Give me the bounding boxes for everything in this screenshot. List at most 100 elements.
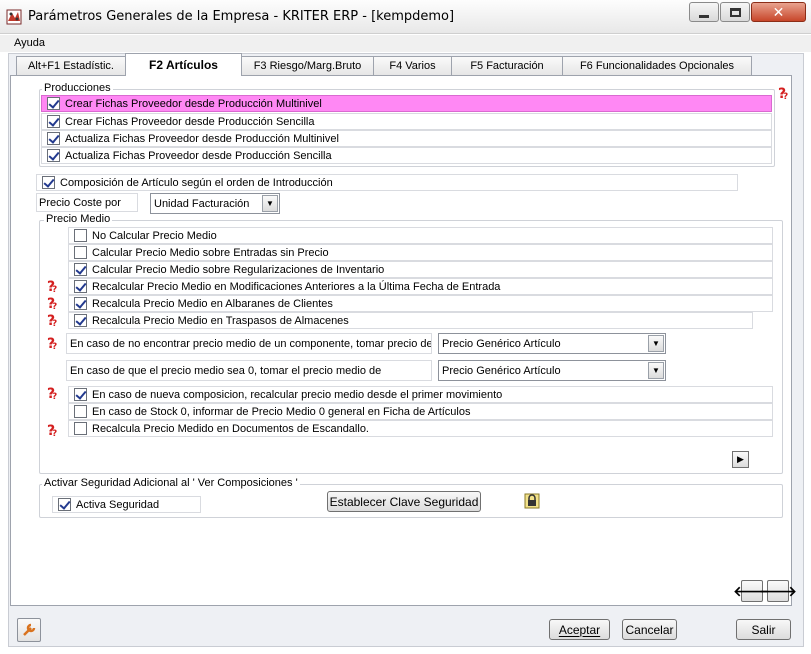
composicion-row[interactable]: Composición de Artículo según el orden d… (36, 174, 738, 191)
aceptar-label: Aceptar (558, 622, 601, 637)
svg-text:?: ? (52, 319, 57, 327)
precio-medio-label: Recalcula Precio Medio en Traspasos de A… (92, 314, 349, 327)
precio-medio-checkbox[interactable] (74, 422, 87, 435)
tab-varios[interactable]: F4 Varios (373, 56, 452, 75)
produccion-row[interactable]: Crear Fichas Proveedor desde Producción … (41, 95, 772, 112)
help-question-icon[interactable]: ?? (46, 296, 60, 310)
chevron-down-icon[interactable]: ▼ (262, 195, 278, 212)
precio-medio-row[interactable]: No Calcular Precio Medio (68, 227, 773, 244)
produccion-checkbox[interactable] (47, 115, 60, 128)
menu-item-ayuda[interactable]: Ayuda (14, 37, 45, 49)
precio-medio-row[interactable]: Recalcular Precio Medio en Modificacione… (68, 278, 773, 295)
help-question-icon[interactable]: ?? (46, 336, 60, 350)
svg-text:?: ? (52, 302, 57, 310)
tab-facturacion[interactable]: F5 Facturación (451, 56, 563, 75)
precio-medio-row[interactable]: Recalcula Precio Medio en Traspasos de A… (68, 312, 753, 329)
precio-medio-checkbox[interactable] (74, 297, 87, 310)
close-icon: ✕ (772, 3, 785, 20)
precio-medio-checkbox[interactable] (74, 280, 87, 293)
help-question-icon[interactable]: ?? (777, 86, 791, 100)
svg-text:?: ? (52, 285, 57, 293)
activa-seguridad-checkbox[interactable] (58, 498, 71, 511)
produccion-checkbox[interactable] (47, 149, 60, 162)
composicion-label: Composición de Artículo según el orden d… (60, 176, 333, 189)
activa-seguridad-row[interactable]: Activa Seguridad (52, 496, 201, 513)
wrench-icon[interactable] (17, 618, 41, 642)
play-arrow-icon[interactable]: ▶ (732, 451, 749, 468)
lock-icon[interactable] (524, 493, 540, 509)
precio-coste-label: Precio Coste por (36, 193, 138, 212)
sea-cero-value: Precio Genérico Artículo (442, 364, 561, 377)
produccion-label: Crear Fichas Proveedor desde Producción … (65, 97, 322, 110)
precio-medio-checkbox[interactable] (74, 229, 87, 242)
svg-text:?: ? (52, 392, 57, 400)
produccion-label: Crear Fichas Proveedor desde Producción … (65, 115, 315, 128)
aceptar-button[interactable]: Aceptar (549, 619, 610, 640)
precio-medio-label: Recalcula Precio Medido en Documentos de… (92, 422, 369, 435)
tab-riesgo[interactable]: F3 Riesgo/Marg.Bruto (241, 56, 374, 75)
help-question-icon[interactable]: ?? (46, 423, 60, 437)
precio-medio-label: En caso de nueva composicion, recalcular… (92, 388, 503, 401)
produccion-label: Actualiza Fichas Proveedor desde Producc… (65, 132, 339, 145)
precio-medio-label: Calcular Precio Medio sobre Regularizaci… (92, 263, 385, 276)
maximize-button[interactable] (720, 2, 750, 22)
precio-medio-checkbox[interactable] (74, 246, 87, 259)
precio-medio-label: Recalcula Precio Medio en Albaranes de C… (92, 297, 333, 310)
tab-articulos[interactable]: F2 Artículos (125, 53, 242, 76)
precio-medio-checkbox[interactable] (74, 263, 87, 276)
precio-coste-select[interactable]: Unidad Facturación ▼ (150, 193, 280, 214)
close-button[interactable]: ✕ (751, 2, 806, 22)
producciones-legend: Producciones (42, 82, 113, 94)
precio-medio-row[interactable]: Recalcula Precio Medio en Albaranes de C… (68, 295, 773, 312)
precio-medio-row[interactable]: Calcular Precio Medio sobre Regularizaci… (68, 261, 773, 278)
kriter-app-icon (6, 9, 22, 25)
precio-medio-label: En caso de Stock 0, informar de Precio M… (92, 405, 471, 418)
activa-seguridad-label: Activa Seguridad (76, 498, 160, 511)
produccion-label: Actualiza Fichas Proveedor desde Producc… (65, 149, 332, 162)
precio-medio-checkbox[interactable] (74, 405, 87, 418)
help-question-icon[interactable]: ?? (46, 386, 60, 400)
precio-medio-checkbox[interactable] (74, 314, 87, 327)
precio-medio-checkbox[interactable] (74, 388, 87, 401)
precio-medio-row[interactable]: Recalcula Precio Medido en Documentos de… (68, 420, 773, 437)
precio-medio-row[interactable]: Calcular Precio Medio sobre Entradas sin… (68, 244, 773, 261)
precio-medio-label: No Calcular Precio Medio (92, 229, 217, 242)
help-question-icon[interactable]: ?? (46, 313, 60, 327)
seguridad-legend: Activar Seguridad Adicional al ' Ver Com… (42, 477, 300, 489)
arrow-right-icon[interactable]: 🡒 (759, 580, 797, 602)
establecer-clave-button[interactable]: Establecer Clave Seguridad (327, 491, 481, 512)
window-title: Parámetros Generales de la Empresa - KRI… (28, 9, 455, 24)
salir-label: Salir (751, 622, 776, 637)
minimize-button[interactable] (689, 2, 719, 22)
sea-cero-select[interactable]: Precio Genérico Artículo ▼ (438, 360, 666, 381)
no-encontrar-value: Precio Genérico Artículo (442, 337, 561, 350)
precio-medio-label: Calcular Precio Medio sobre Entradas sin… (92, 246, 329, 259)
svg-text:?: ? (52, 429, 57, 437)
precio-medio-row[interactable]: En caso de nueva composicion, recalcular… (68, 386, 773, 403)
svg-text:?: ? (52, 342, 57, 350)
produccion-checkbox[interactable] (47, 97, 60, 110)
salir-button[interactable]: Salir (736, 619, 791, 640)
produccion-checkbox[interactable] (47, 132, 60, 145)
precio-medio-label: Recalcular Precio Medio en Modificacione… (92, 280, 501, 293)
tab-estadisticas[interactable]: Alt+F1 Estadístic. (16, 56, 126, 75)
precio-coste-value: Unidad Facturación (154, 197, 250, 210)
composicion-checkbox[interactable] (42, 176, 55, 189)
cancelar-button[interactable]: Cancelar (622, 619, 677, 640)
produccion-row[interactable]: Actualiza Fichas Proveedor desde Producc… (41, 147, 772, 164)
menu-bar (0, 35, 811, 52)
no-encontrar-select[interactable]: Precio Genérico Artículo ▼ (438, 333, 666, 354)
chevron-down-icon[interactable]: ▼ (648, 335, 664, 352)
tab-funcionalidades[interactable]: F6 Funcionalidades Opcionales (562, 56, 752, 75)
minimize-icon (699, 14, 709, 18)
produccion-row[interactable]: Actualiza Fichas Proveedor desde Producc… (41, 130, 772, 147)
maximize-icon (729, 7, 741, 17)
no-encontrar-label: En caso de no encontrar precio medio de … (66, 333, 432, 354)
precio-medio-row[interactable]: En caso de Stock 0, informar de Precio M… (68, 403, 773, 420)
cancelar-label: Cancelar (625, 622, 674, 637)
chevron-down-icon[interactable]: ▼ (648, 362, 664, 379)
produccion-row[interactable]: Crear Fichas Proveedor desde Producción … (41, 113, 772, 130)
help-question-icon[interactable]: ?? (46, 279, 60, 293)
sea-cero-label: En caso de que el precio medio sea 0, to… (66, 360, 432, 381)
precio-medio-legend: Precio Medio (44, 213, 113, 225)
